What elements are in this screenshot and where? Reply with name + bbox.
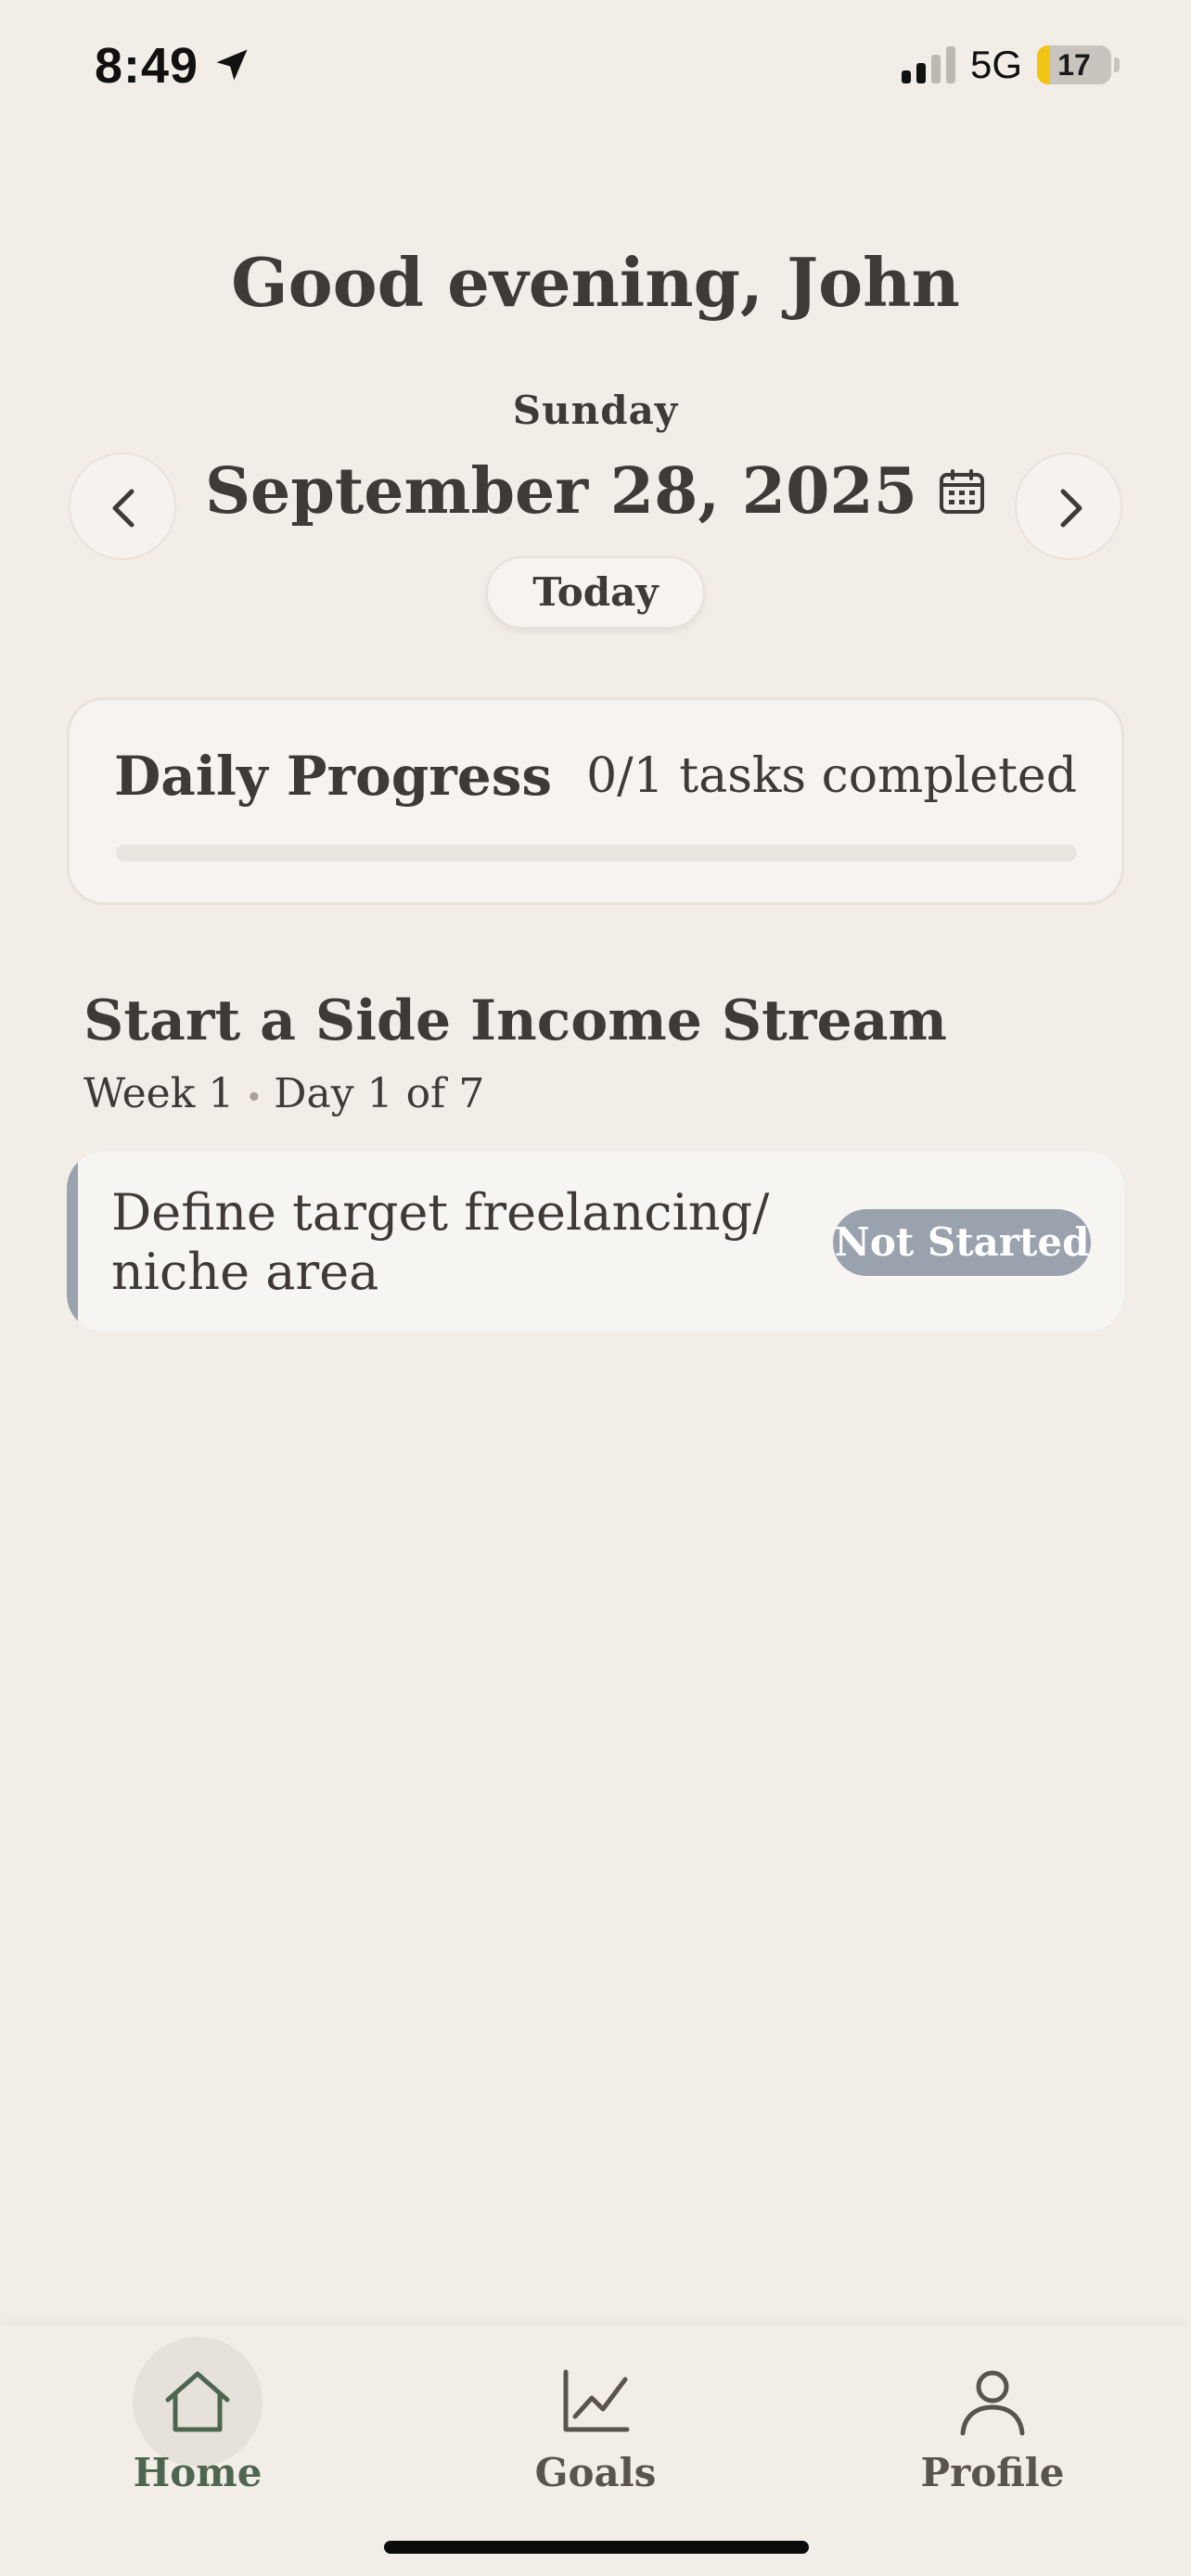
today-button[interactable]: Today <box>486 556 705 629</box>
greeting-title: Good evening, John <box>231 243 960 322</box>
date-selector[interactable]: September 28, 2025 <box>0 454 1191 529</box>
battery-icon: 17 <box>1037 45 1111 84</box>
separator-dot: • <box>245 1078 263 1115</box>
network-type: 5G <box>970 43 1023 86</box>
tab-home-label: Home <box>133 2450 263 2495</box>
goal-schedule: Week 1 • Day 1 of 7 <box>83 1070 484 1117</box>
task-card[interactable]: Define target freelancing/ niche area No… <box>67 1152 1124 1332</box>
task-title: Define target freelancing/ niche area <box>111 1183 770 1301</box>
calendar-icon[interactable] <box>938 467 986 516</box>
tab-goals[interactable]: Goals <box>503 2326 688 2548</box>
battery-tip <box>1114 57 1120 72</box>
progress-count: 0/1 tasks completed <box>586 748 1077 804</box>
tab-profile-label: Profile <box>920 2450 1065 2495</box>
progress-title: Daily Progress <box>114 745 553 808</box>
goal-title: Start a Side Income Stream <box>83 988 948 1053</box>
home-icon <box>165 2371 230 2432</box>
battery-level: 17 <box>1057 48 1091 82</box>
cellular-signal-icon <box>902 46 955 83</box>
chevron-right-icon <box>1060 489 1082 528</box>
task-status-accent <box>67 1152 78 1332</box>
tab-bar: Home Goals Profile <box>0 2326 1191 2576</box>
next-day-button[interactable] <box>1015 453 1122 560</box>
status-bar: 8:49 5G 17 <box>0 0 1191 134</box>
status-time: 8:49 <box>95 38 199 94</box>
progress-bar <box>116 845 1077 861</box>
person-icon <box>960 2370 1025 2436</box>
home-indicator <box>384 2541 809 2554</box>
tab-home[interactable]: Home <box>105 2326 290 2548</box>
weekday-label: Sunday <box>512 388 679 433</box>
chart-icon <box>563 2369 630 2432</box>
tab-goals-label: Goals <box>534 2450 657 2495</box>
goal-week: Week 1 <box>83 1070 235 1117</box>
goal-day: Day 1 of 7 <box>274 1070 485 1117</box>
location-arrow-icon <box>216 49 248 81</box>
status-badge: Not Started <box>833 1209 1091 1276</box>
current-date: September 28, 2025 <box>204 454 918 529</box>
daily-progress-card: Daily Progress 0/1 tasks completed <box>67 697 1124 905</box>
tab-profile[interactable]: Profile <box>900 2326 1085 2548</box>
